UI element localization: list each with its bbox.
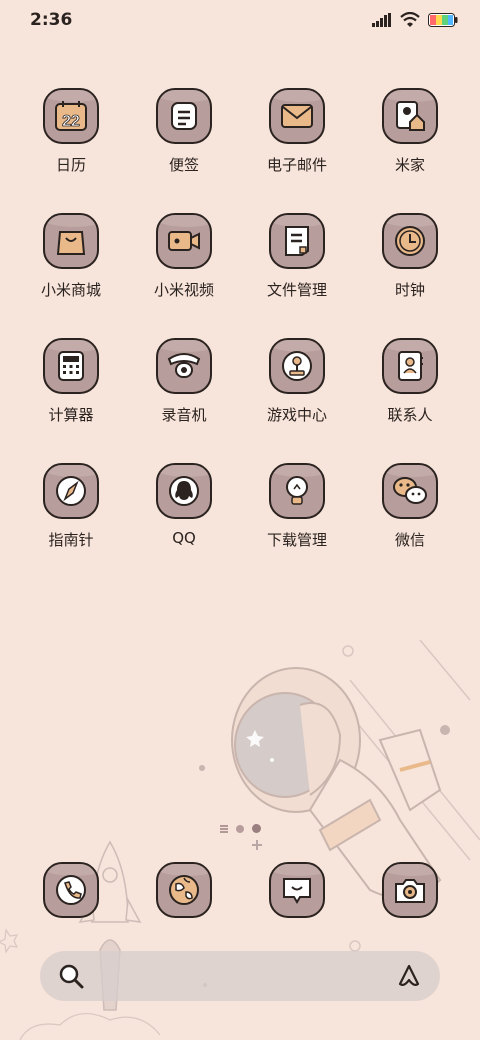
shopping-bag-icon [56, 231, 86, 255]
status-time: 2:36 [30, 10, 73, 30]
file-icon [285, 226, 309, 256]
page-dot[interactable] [236, 824, 244, 833]
dock-phone[interactable] [21, 862, 121, 918]
search-icon[interactable] [58, 963, 84, 989]
wechat-icon [393, 477, 427, 504]
app-label: 微信 [394, 531, 425, 549]
app-mi-store[interactable]: 小米商城 [21, 213, 121, 300]
lightbulb-icon [286, 476, 308, 505]
app-qq[interactable]: QQ [134, 463, 234, 547]
message-icon [283, 878, 311, 904]
app-label: 小米商城 [40, 281, 101, 299]
app-file-manager[interactable]: 文件管理 [247, 213, 347, 300]
joystick-icon [282, 351, 312, 381]
camera-icon [395, 879, 425, 903]
mail-icon [281, 104, 313, 128]
app-label: 指南针 [48, 531, 94, 549]
battery-icon [428, 12, 458, 27]
contacts-icon [398, 351, 423, 381]
app-contacts[interactable]: 联系人 [360, 338, 460, 425]
dock-browser[interactable] [134, 862, 234, 918]
app-label: 文件管理 [266, 281, 327, 299]
app-label: 小米视频 [153, 281, 214, 299]
calculator-icon [58, 351, 84, 381]
app-label: 电子邮件 [266, 156, 327, 174]
globe-icon [169, 875, 199, 905]
app-mijia[interactable]: 米家 [360, 88, 460, 175]
app-label: 米家 [394, 156, 425, 174]
qq-penguin-icon [169, 476, 199, 506]
app-recorder[interactable]: 录音机 [134, 338, 234, 425]
app-label: QQ [172, 529, 196, 547]
app-label: 计算器 [48, 406, 94, 424]
mijia-icon [396, 101, 425, 131]
app-label: 联系人 [387, 406, 433, 424]
search-bar[interactable] [40, 951, 440, 1001]
signal-icon [372, 12, 391, 27]
wifi-icon [400, 12, 420, 27]
video-icon [168, 231, 200, 251]
compass-icon [56, 476, 86, 506]
notes-icon [171, 102, 197, 130]
app-notes[interactable]: 便签 [134, 88, 234, 175]
app-label: 时钟 [394, 281, 425, 299]
app-calculator[interactable]: 计算器 [21, 338, 121, 425]
page-dot-active[interactable] [252, 824, 261, 833]
dock [0, 862, 480, 922]
app-wechat[interactable]: 微信 [360, 463, 460, 550]
dock-messages[interactable] [247, 862, 347, 918]
page-list-icon [220, 824, 228, 833]
app-clock[interactable]: 时钟 [360, 213, 460, 300]
status-bar: 2:36 [0, 0, 480, 40]
app-download-manager[interactable]: 下载管理 [247, 463, 347, 550]
assistant-icon[interactable] [396, 963, 422, 989]
app-game-center[interactable]: 游戏中心 [247, 338, 347, 425]
dock-camera[interactable] [360, 862, 460, 918]
app-calendar[interactable]: 22 日历 [21, 88, 121, 175]
app-label: 游戏中心 [266, 406, 327, 424]
app-mi-video[interactable]: 小米视频 [134, 213, 234, 300]
calendar-icon: 22 [55, 101, 87, 131]
page-indicator[interactable] [220, 824, 261, 833]
app-label: 录音机 [161, 406, 207, 424]
app-label: 日历 [55, 156, 86, 174]
app-email[interactable]: 电子邮件 [247, 88, 347, 175]
calendar-day: 22 [62, 113, 80, 130]
app-compass[interactable]: 指南针 [21, 463, 121, 550]
app-label: 便签 [168, 156, 199, 174]
recorder-icon [167, 353, 201, 378]
app-label: 下载管理 [266, 531, 327, 549]
clock-icon [395, 226, 425, 256]
phone-icon [56, 875, 86, 905]
